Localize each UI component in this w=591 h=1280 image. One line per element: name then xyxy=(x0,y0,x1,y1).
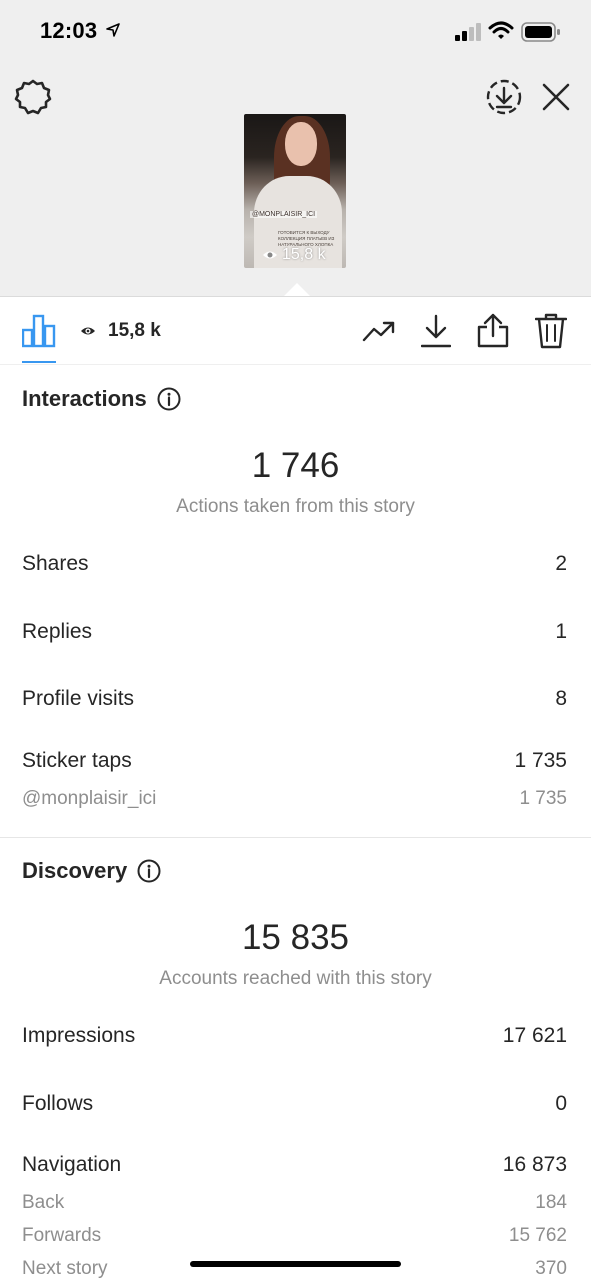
promote-trend-icon[interactable] xyxy=(362,319,396,343)
story-thumbnail[interactable]: @MONPLAISIR_ICI ГОТОВИТСЯ К ВЫХОДУ КОЛЛЕ… xyxy=(244,114,346,268)
nav-forwards-value: 15 762 xyxy=(508,1225,567,1246)
delete-trash-icon[interactable] xyxy=(535,313,567,349)
navigation-value: 16 873 xyxy=(502,1153,567,1176)
discovery-caption: Accounts reached with this story xyxy=(159,968,432,989)
replies-label: Replies xyxy=(22,620,93,643)
discovery-section-title: Discovery xyxy=(22,858,161,884)
story-toolbar: 15,8 k xyxy=(0,297,591,365)
sticker-handle-value: 1 735 xyxy=(519,788,567,809)
settings-gear-icon[interactable] xyxy=(14,78,52,116)
replies-value: 1 xyxy=(555,620,567,643)
battery-icon xyxy=(521,22,560,42)
info-icon[interactable] xyxy=(137,859,161,883)
interactions-section-title: Interactions xyxy=(22,386,181,412)
share-icon[interactable] xyxy=(477,312,509,348)
save-story-icon[interactable] xyxy=(485,78,523,116)
thumbnail-views-count: 15,8 k xyxy=(282,246,326,263)
thumbnail-mention-sticker: @MONPLAISIR_ICI xyxy=(250,211,318,218)
nav-back-value: 184 xyxy=(535,1192,567,1213)
nav-next-story-label: Next story xyxy=(22,1258,108,1279)
impressions-value: 17 621 xyxy=(502,1024,567,1047)
nav-back-label: Back xyxy=(22,1192,65,1213)
discovery-total: 15 835 xyxy=(241,918,350,957)
active-tab-indicator xyxy=(22,361,56,363)
info-icon[interactable] xyxy=(157,387,181,411)
sticker-taps-value: 1 735 xyxy=(514,749,567,772)
insights-chart-icon[interactable] xyxy=(22,314,56,348)
sticker-handle-label: @monplaisir_ici xyxy=(22,788,157,809)
shares-value: 2 xyxy=(555,552,567,575)
thumbnail-pointer xyxy=(283,283,311,297)
section-divider xyxy=(0,837,591,838)
nav-next-story-value: 370 xyxy=(535,1258,567,1279)
interactions-caption: Actions taken from this story xyxy=(176,496,415,517)
wifi-icon xyxy=(488,21,514,39)
story-header-area: 12:03 @MONPLAISIR_ICI ГОТОВИТСЯ К ВЫХОДУ… xyxy=(0,0,591,296)
thumbnail-views: 15,8 k xyxy=(262,246,326,264)
shares-label: Shares xyxy=(22,552,89,575)
cellular-signal-icon xyxy=(455,23,481,41)
impressions-label: Impressions xyxy=(22,1024,136,1047)
sticker-taps-label: Sticker taps xyxy=(22,749,132,772)
home-indicator[interactable] xyxy=(190,1261,401,1267)
profile-visits-value: 8 xyxy=(555,687,567,710)
eye-icon xyxy=(263,251,277,259)
nav-forwards-label: Forwards xyxy=(22,1225,102,1246)
follows-value: 0 xyxy=(555,1092,567,1115)
navigation-label: Navigation xyxy=(22,1153,122,1176)
status-time: 12:03 xyxy=(40,18,98,43)
download-icon[interactable] xyxy=(421,314,451,348)
close-icon[interactable] xyxy=(541,82,571,112)
interactions-total: 1 746 xyxy=(251,446,340,485)
viewers-count[interactable]: 15,8 k xyxy=(108,320,161,342)
location-arrow-icon xyxy=(106,23,120,37)
profile-visits-label: Profile visits xyxy=(22,687,135,710)
eye-icon xyxy=(81,327,95,335)
follows-label: Follows xyxy=(22,1092,94,1115)
